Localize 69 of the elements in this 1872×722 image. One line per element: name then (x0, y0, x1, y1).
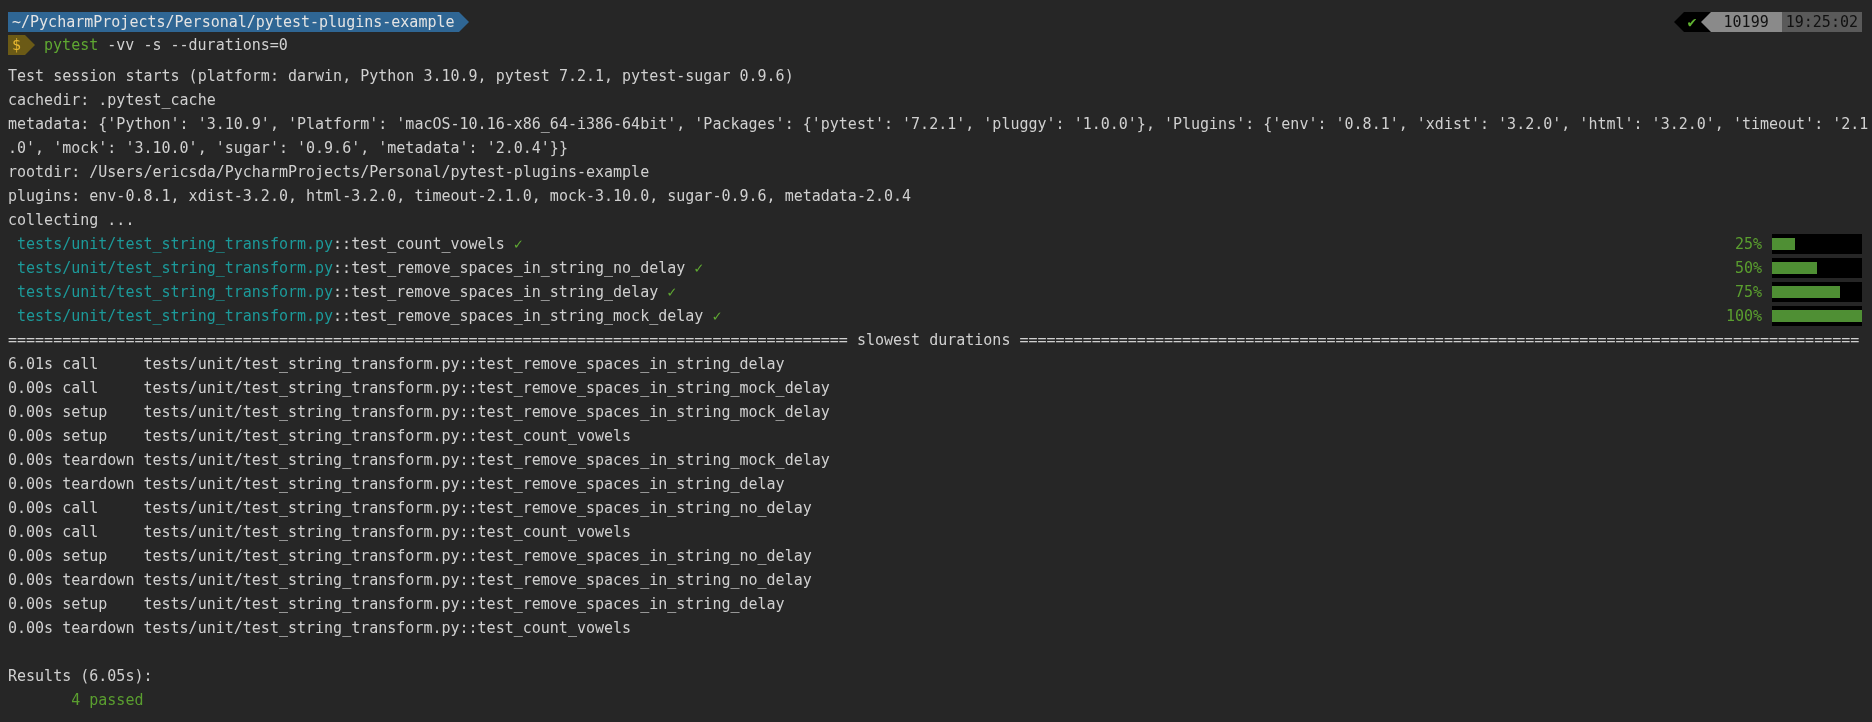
duration-time: 0.00s (8, 403, 54, 421)
test-id: tests/unit/test_string_transform.py::test_remove_spaces_in_string_delay (143, 595, 785, 613)
test-phase: setup (62, 403, 109, 421)
test-phase: call (62, 355, 100, 373)
test-file: tests/unit/test_string_transform.py (17, 235, 334, 253)
test-phase: call (62, 379, 100, 397)
arrow-icon (458, 11, 469, 32)
duration-time: 0.00s (8, 547, 54, 565)
test-phase: call (62, 523, 100, 541)
duration-time: 0.00s (8, 595, 54, 613)
test-id: tests/unit/test_string_transform.py::test_count_vowels (143, 523, 632, 541)
results-title: Results (6.05s): (8, 667, 153, 685)
arrow-icon (25, 35, 36, 55)
results-summary: 4 passed (70, 691, 144, 709)
test-name: ::test_remove_spaces_in_string_mock_delay (333, 307, 704, 325)
test-name: ::test_remove_spaces_in_string_delay (333, 283, 659, 301)
test-phase: setup (62, 427, 109, 445)
section-separator: ============================================================================================= slowest durations ============================================================================================= (8, 331, 1860, 349)
test-file: tests/unit/test_string_transform.py (17, 259, 334, 277)
test-id: tests/unit/test_string_transform.py::test_remove_spaces_in_string_mock_delay (143, 379, 830, 397)
test-id: tests/unit/test_string_transform.py::test_remove_spaces_in_string_mock_delay (143, 403, 830, 421)
duration-time: 6.01s (8, 355, 54, 373)
check-icon: ✓ (712, 307, 722, 325)
test-id: tests/unit/test_string_transform.py::test_remove_spaces_in_string_mock_delay (143, 451, 830, 469)
duration-time: 0.00s (8, 523, 54, 541)
check-icon: ✓ (513, 235, 523, 253)
test-phase: call (62, 499, 100, 517)
test-phase: setup (62, 595, 109, 613)
output-line: collecting ... (8, 211, 135, 229)
command-name: pytest (44, 36, 99, 54)
duration-time: 0.00s (8, 475, 54, 493)
output-line: rootdir: /Users/ericsda/PycharmProjects/Personal/pytest-plugins-example (8, 163, 650, 181)
test-id: tests/unit/test_string_transform.py::test_remove_spaces_in_string_no_delay (143, 499, 812, 517)
progress-percent: 50% (1733, 259, 1762, 277)
progress-percent: 25% (1733, 235, 1762, 253)
test-file: tests/unit/test_string_transform.py (17, 307, 334, 325)
output-line: .0', 'mock': '3.10.0', 'sugar': '0.9.6', 'metadata': '2.0.4'}} (8, 139, 568, 157)
test-file: tests/unit/test_string_transform.py (17, 283, 334, 301)
test-name: ::test_count_vowels (333, 235, 505, 253)
progress-percent: 75% (1733, 283, 1762, 301)
output-line: cachedir: .pytest_cache (8, 91, 216, 109)
test-id: tests/unit/test_string_transform.py::test_remove_spaces_in_string_delay (143, 475, 785, 493)
output-line: Test session starts (platform: darwin, Python 3.10.9, pytest 7.2.1, pytest-sugar 0.9.6) (8, 67, 794, 85)
progress-percent: 100% (1724, 307, 1762, 325)
prompt-symbol: $ (8, 35, 26, 55)
test-phase: setup (62, 547, 109, 565)
clock-time: 19:25:02 (1781, 11, 1862, 32)
test-id: tests/unit/test_string_transform.py::test_count_vowels (143, 619, 632, 637)
duration-time: 0.00s (8, 451, 54, 469)
test-phase: teardown (62, 451, 136, 469)
duration-time: 0.00s (8, 571, 54, 589)
test-name: ::test_remove_spaces_in_string_no_delay (333, 259, 686, 277)
arrow-icon (1673, 11, 1684, 32)
test-phase: teardown (62, 571, 136, 589)
duration-time: 0.00s (8, 379, 54, 397)
test-id: tests/unit/test_string_transform.py::test_remove_spaces_in_string_no_delay (143, 547, 812, 565)
test-id: tests/unit/test_string_transform.py::test_remove_spaces_in_string_delay (143, 355, 785, 373)
test-id: tests/unit/test_string_transform.py::test_remove_spaces_in_string_no_delay (143, 571, 812, 589)
duration-time: 0.00s (8, 499, 54, 517)
command-arguments: -vv -s --durations=0 (107, 36, 288, 54)
duration-time: 0.00s (8, 619, 54, 637)
output-line: plugins: env-0.8.1, xdist-3.2.0, html-3.2.0, timeout-2.1.0, mock-3.10.0, sugar-0.9.6, metadata-2.0.4 (8, 187, 912, 205)
check-icon: ✓ (667, 283, 677, 301)
test-phase: teardown (62, 619, 136, 637)
duration-time: 0.00s (8, 427, 54, 445)
check-icon: ✓ (694, 259, 704, 277)
output-line: metadata: {'Python': '3.10.9', 'Platform': 'macOS-10.16-x86_64-i386-64bit', 'Packages': {'pytest': '7.2.1', 'pluggy': '1.0.0'}, 'Plugins': {'env': '0.8.1', 'xdist': '3.2.0', 'html': '3.2.0', 'timeout': '2.1 (8, 115, 1869, 133)
test-phase: teardown (62, 475, 136, 493)
test-id: tests/unit/test_string_transform.py::test_count_vowels (143, 427, 632, 445)
